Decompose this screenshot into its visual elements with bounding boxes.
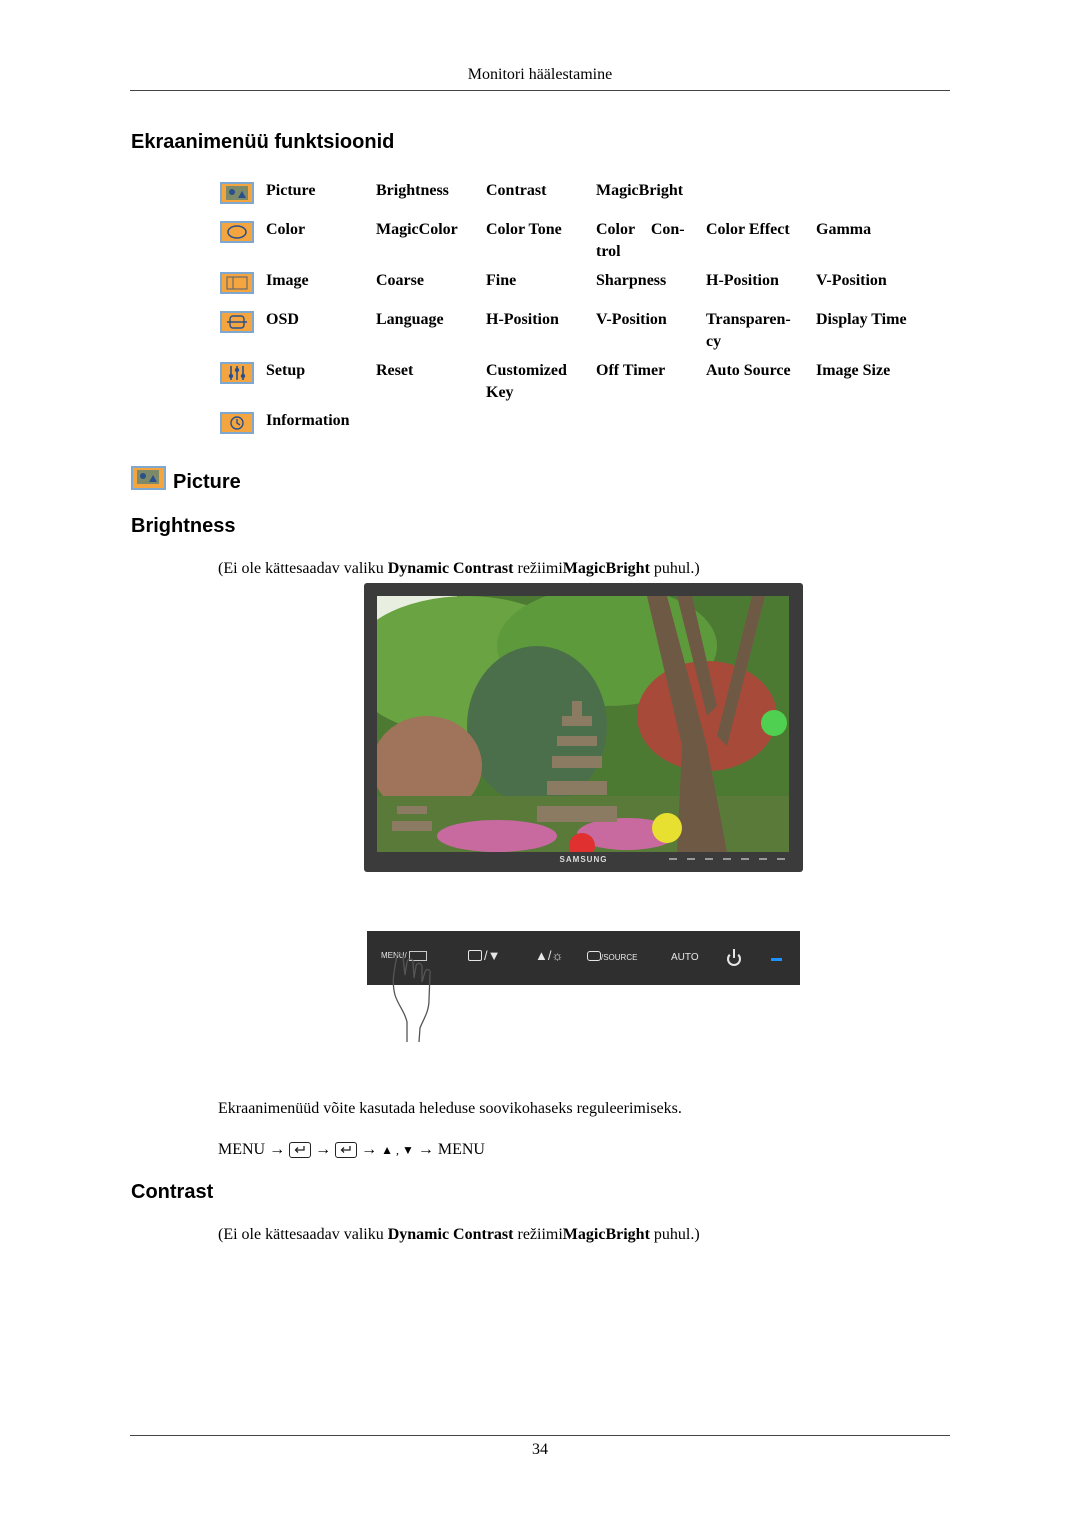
menu-item: Customized Key xyxy=(486,362,567,401)
menu-item: Image Size xyxy=(816,362,891,379)
menu-item: Display Time xyxy=(816,311,907,328)
power-line-icon xyxy=(733,949,735,958)
menu-item: V-Position xyxy=(816,272,887,289)
brightness-instruction: Ekraanimenüüd võite kasutada heleduse so… xyxy=(218,1100,682,1117)
menu-item: H-Position xyxy=(706,272,779,289)
enter-key-icon xyxy=(289,1142,312,1158)
menu-category: Setup xyxy=(266,362,306,379)
down-button[interactable]: /▼ xyxy=(484,948,500,963)
menu-item: MagicColor xyxy=(376,221,458,238)
pointing-hand-icon xyxy=(392,952,431,1043)
menu-category: Picture xyxy=(266,182,316,199)
brightness-heading: Brightness xyxy=(131,515,236,537)
menu-navigation-path: MENU → → → ▲ , ▼ → MENU xyxy=(218,1141,485,1159)
menu-item: Coarse xyxy=(376,272,424,289)
enter-key-icon xyxy=(335,1142,358,1158)
menu-item: Gamma xyxy=(816,221,872,238)
picture-icon xyxy=(131,466,166,490)
source-button[interactable]: /SOURCE xyxy=(601,953,637,962)
menu-item: Sharpness xyxy=(596,272,667,289)
picture-heading-label: Picture xyxy=(173,471,241,493)
color-icon xyxy=(220,221,254,243)
picture-icon xyxy=(220,182,254,204)
menu-item: Off Timer xyxy=(596,362,666,379)
menu-item: Reset xyxy=(376,362,414,379)
path-arrow: → xyxy=(315,1141,332,1158)
menu-item: Fine xyxy=(486,272,517,289)
brightness-note: (Ei ole kättesaadav valiku Dynamic Contr… xyxy=(218,560,700,577)
menu-category: Image xyxy=(266,272,309,289)
header-rule xyxy=(130,90,950,91)
path-arrow: → xyxy=(361,1141,378,1158)
image-icon xyxy=(220,272,254,294)
menu-category: Color xyxy=(266,221,306,238)
menu-item: Color Effect xyxy=(706,221,790,238)
information-icon xyxy=(220,412,254,434)
enter-icon xyxy=(468,950,482,961)
contrast-note: (Ei ole kättesaadav valiku Dynamic Contr… xyxy=(218,1226,700,1243)
page-number: 34 xyxy=(532,1441,548,1458)
menu-item: MagicBright xyxy=(596,182,684,199)
running-header: Monitori häälestamine xyxy=(467,66,613,83)
up-brightness-button[interactable]: ▲/☼ xyxy=(535,948,563,963)
section-title: Ekraanimenüü funktsioonid xyxy=(131,131,395,153)
power-led-icon xyxy=(771,958,782,961)
osd-icon xyxy=(220,311,254,333)
contrast-heading: Contrast xyxy=(131,1181,214,1203)
setup-icon xyxy=(220,362,254,384)
auto-button[interactable]: AUTO xyxy=(671,952,699,963)
menu-category: Information xyxy=(266,412,350,429)
path-end: → MENU xyxy=(417,1141,485,1158)
monitor-photo: SAMSUNG xyxy=(364,583,803,872)
menu-item: Transparen- cy xyxy=(706,311,791,350)
menu-item: H-Position xyxy=(486,311,559,328)
menu-category: OSD xyxy=(266,311,299,328)
menu-item: V-Position xyxy=(596,311,667,328)
up-down-keys: ▲ , ▼ xyxy=(381,1142,414,1157)
menu-item: Color Tone xyxy=(486,221,562,238)
menu-item: Auto Source xyxy=(706,362,791,379)
menu-item: Contrast xyxy=(486,182,547,199)
menu-item: Color Con- trol xyxy=(596,221,685,260)
menu-item: Brightness xyxy=(376,182,449,199)
monitor-screen-image xyxy=(377,596,789,852)
menu-item: Language xyxy=(376,311,444,328)
footer-rule xyxy=(130,1435,950,1436)
bezel-buttons xyxy=(669,858,785,860)
path-start: MENU → xyxy=(218,1141,286,1158)
source-icon xyxy=(587,951,601,961)
